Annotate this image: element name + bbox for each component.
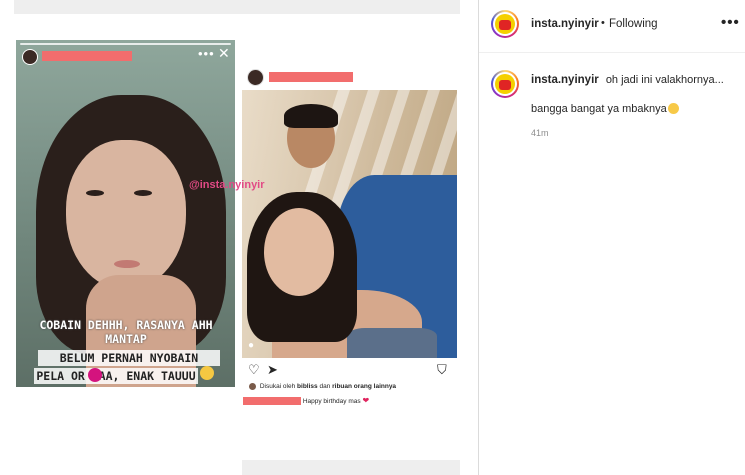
post-avatar [247,69,264,86]
comment-text: oh jadi ini valakhornya... [605,74,724,86]
story-more-icon: ••• [198,46,215,61]
post-caption: Happy birthday mas ❤ [243,396,370,406]
story-close-icon: ✕ [218,45,230,61]
comment-avatar[interactable] [491,70,519,98]
more-options-icon[interactable]: ••• [721,14,740,31]
story-lips [114,260,140,268]
likes-user: bibliss [297,383,318,391]
following-button[interactable]: Following [609,18,658,30]
comment-line1: insta.nyinyir oh jadi ini valakhornya... [531,74,724,86]
comment-text-2: bangga bangat ya mbaknya [531,103,667,115]
story-eye-right [134,190,152,196]
story-caption-line3: BELUM PERNAH NYOBAIN [38,350,220,366]
post-media[interactable]: ••• ✕ COBAIN DEHHH, RASANYA AHH MANTAP B… [0,0,478,475]
story-caption-line2: MANTAP [105,332,147,346]
post-header: insta.nyinyir • Following ••• [479,0,745,53]
story-screenshot: ••• ✕ COBAIN DEHHH, RASANYA AHH MANTAP B… [16,40,235,387]
liker-avatar [249,383,256,390]
post-action-bar: ♡ ➤ ⛉ [241,362,459,378]
story-avatar [22,49,38,65]
shocked-emoji-icon [667,103,679,114]
feed-post-screenshot: ● ♡ ➤ ⛉ Disukai oleh bibliss dan ribuan … [241,64,459,412]
header-username[interactable]: insta.nyinyir [531,18,599,30]
share-icon: ➤ [267,362,278,377]
smile-emoji-icon [200,366,214,380]
header-avatar[interactable] [491,10,519,38]
heart-icon: ♡ [248,362,260,377]
woman-face [264,208,334,296]
bottom-divider [242,460,460,475]
caption-text: Happy birthday mas [302,398,361,405]
story-eye-left [86,190,104,196]
caption-username-redacted [243,397,301,406]
man-hair [284,104,338,128]
likes-mid: dan [319,383,331,391]
user-tag-icon: ● [248,340,255,351]
story-caption-line4: PELA OR YAA, ENAK TAUUU [34,368,198,384]
post-sidebar: insta.nyinyir • Following ••• insta.nyin… [478,0,745,475]
heart-emoji-icon: ❤ [362,396,370,405]
story-username-redacted [42,51,132,61]
story-caption-line1: COBAIN DEHHH, RASANYA AHH [39,318,213,332]
watermark: @insta.nyinyir [189,179,265,191]
likes-prefix: Disukai oleh [259,383,296,391]
story-progress-bar [20,43,231,45]
bookmark-icon: ⛉ [437,362,447,377]
woman-dress [347,328,437,358]
comment-username[interactable]: insta.nyinyir [531,74,599,86]
post-photo: ● [242,90,457,358]
post-username-redacted [269,72,353,82]
comment-line2: bangga bangat ya mbaknya [531,103,679,115]
top-divider [14,0,460,14]
comment-timestamp[interactable]: 41m [531,128,549,138]
story-censor-dot [88,368,102,382]
header-separator: • [601,17,605,29]
post-likes: Disukai oleh bibliss dan ribuan orang la… [249,383,396,390]
likes-rest: ribuan orang lainnya [332,383,397,391]
